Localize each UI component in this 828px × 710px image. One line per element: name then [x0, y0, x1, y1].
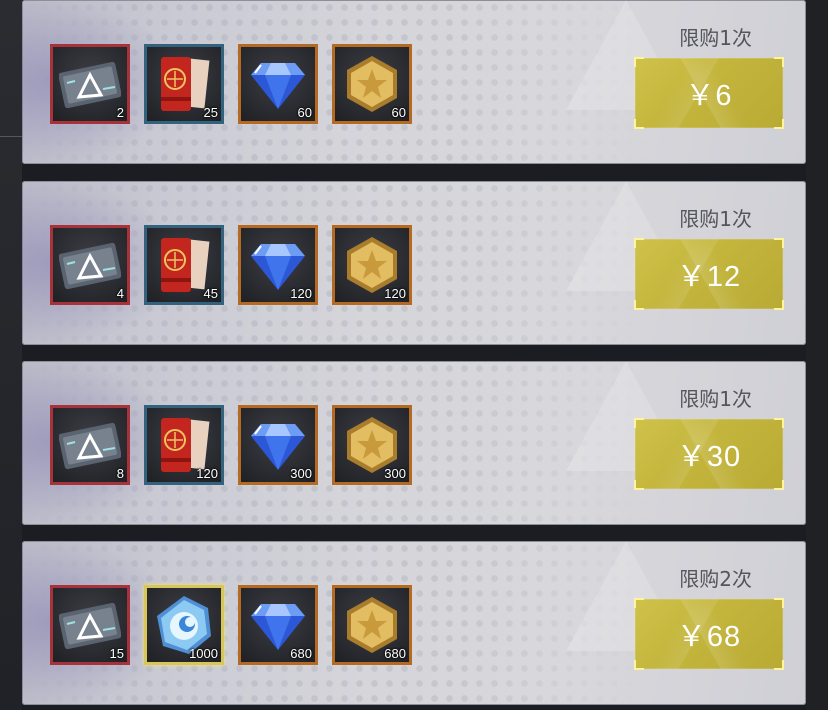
reward-item[interactable]: 45 [144, 225, 224, 305]
reward-item[interactable]: 25 [144, 44, 224, 124]
price-label: ￥6 [685, 80, 733, 112]
buy-price-button[interactable]: ￥12 [634, 238, 784, 310]
shop-pack-card: 8 120 300 300 限购1次 ￥30 [22, 361, 806, 525]
purchase-limit-label: 限购1次 [679, 387, 752, 411]
button-decoration [634, 238, 644, 248]
button-decoration [774, 418, 784, 428]
item-count: 680 [290, 646, 312, 661]
item-count: 60 [297, 105, 312, 120]
purchase-limit-label: 限购1次 [679, 26, 752, 50]
reward-item[interactable]: 680 [332, 585, 412, 665]
button-decoration [634, 57, 644, 67]
shop-pack-card: 2 25 60 60 限购1次 ￥6 [22, 0, 806, 164]
item-count: 120 [290, 286, 312, 301]
item-count: 1000 [189, 646, 218, 661]
item-count: 300 [290, 466, 312, 481]
button-decoration [774, 300, 784, 310]
button-decoration [774, 598, 784, 608]
item-count: 680 [384, 646, 406, 661]
item-count: 120 [384, 286, 406, 301]
button-decoration [774, 57, 784, 67]
item-count: 8 [116, 466, 124, 481]
divider [0, 136, 22, 137]
reward-item[interactable]: 120 [144, 405, 224, 485]
reward-item[interactable]: 300 [238, 405, 318, 485]
reward-item[interactable]: 120 [238, 225, 318, 305]
item-count: 4 [116, 286, 124, 301]
purchase-limit-label: 限购2次 [679, 567, 752, 591]
price-label: ￥30 [676, 441, 742, 473]
buy-price-button[interactable]: ￥30 [634, 418, 784, 490]
item-count: 120 [196, 466, 218, 481]
price-label: ￥68 [676, 621, 742, 653]
shop-pack-card: 4 45 120 120 限购1次 ￥12 [22, 181, 806, 345]
button-decoration [774, 119, 784, 129]
button-decoration [634, 418, 644, 428]
item-count: 45 [203, 286, 218, 301]
button-decoration [634, 598, 644, 608]
price-label: ￥12 [676, 261, 742, 293]
left-background [0, 0, 22, 710]
button-decoration [774, 238, 784, 248]
item-count: 25 [203, 105, 218, 120]
item-count: 300 [384, 466, 406, 481]
button-decoration [634, 480, 644, 490]
reward-item[interactable]: 120 [332, 225, 412, 305]
item-count: 15 [109, 646, 124, 661]
button-decoration [634, 119, 644, 129]
purchase-limit-label: 限购1次 [679, 207, 752, 231]
button-decoration [634, 300, 644, 310]
reward-item[interactable]: 680 [238, 585, 318, 665]
reward-item[interactable]: 2 [50, 44, 130, 124]
reward-item[interactable]: 8 [50, 405, 130, 485]
item-count: 60 [391, 105, 406, 120]
reward-item[interactable]: 1000 [144, 585, 224, 665]
shop-pack-card: 15 1000 680 680 限购2次 ￥68 [22, 541, 806, 705]
reward-item[interactable]: 60 [238, 44, 318, 124]
button-decoration [634, 660, 644, 670]
reward-item[interactable]: 300 [332, 405, 412, 485]
button-decoration [774, 480, 784, 490]
item-count: 2 [116, 105, 124, 120]
reward-item[interactable]: 15 [50, 585, 130, 665]
reward-item[interactable]: 60 [332, 44, 412, 124]
button-decoration [774, 660, 784, 670]
buy-price-button[interactable]: ￥68 [634, 598, 784, 670]
reward-item[interactable]: 4 [50, 225, 130, 305]
buy-price-button[interactable]: ￥6 [634, 57, 784, 129]
right-background [806, 0, 828, 710]
